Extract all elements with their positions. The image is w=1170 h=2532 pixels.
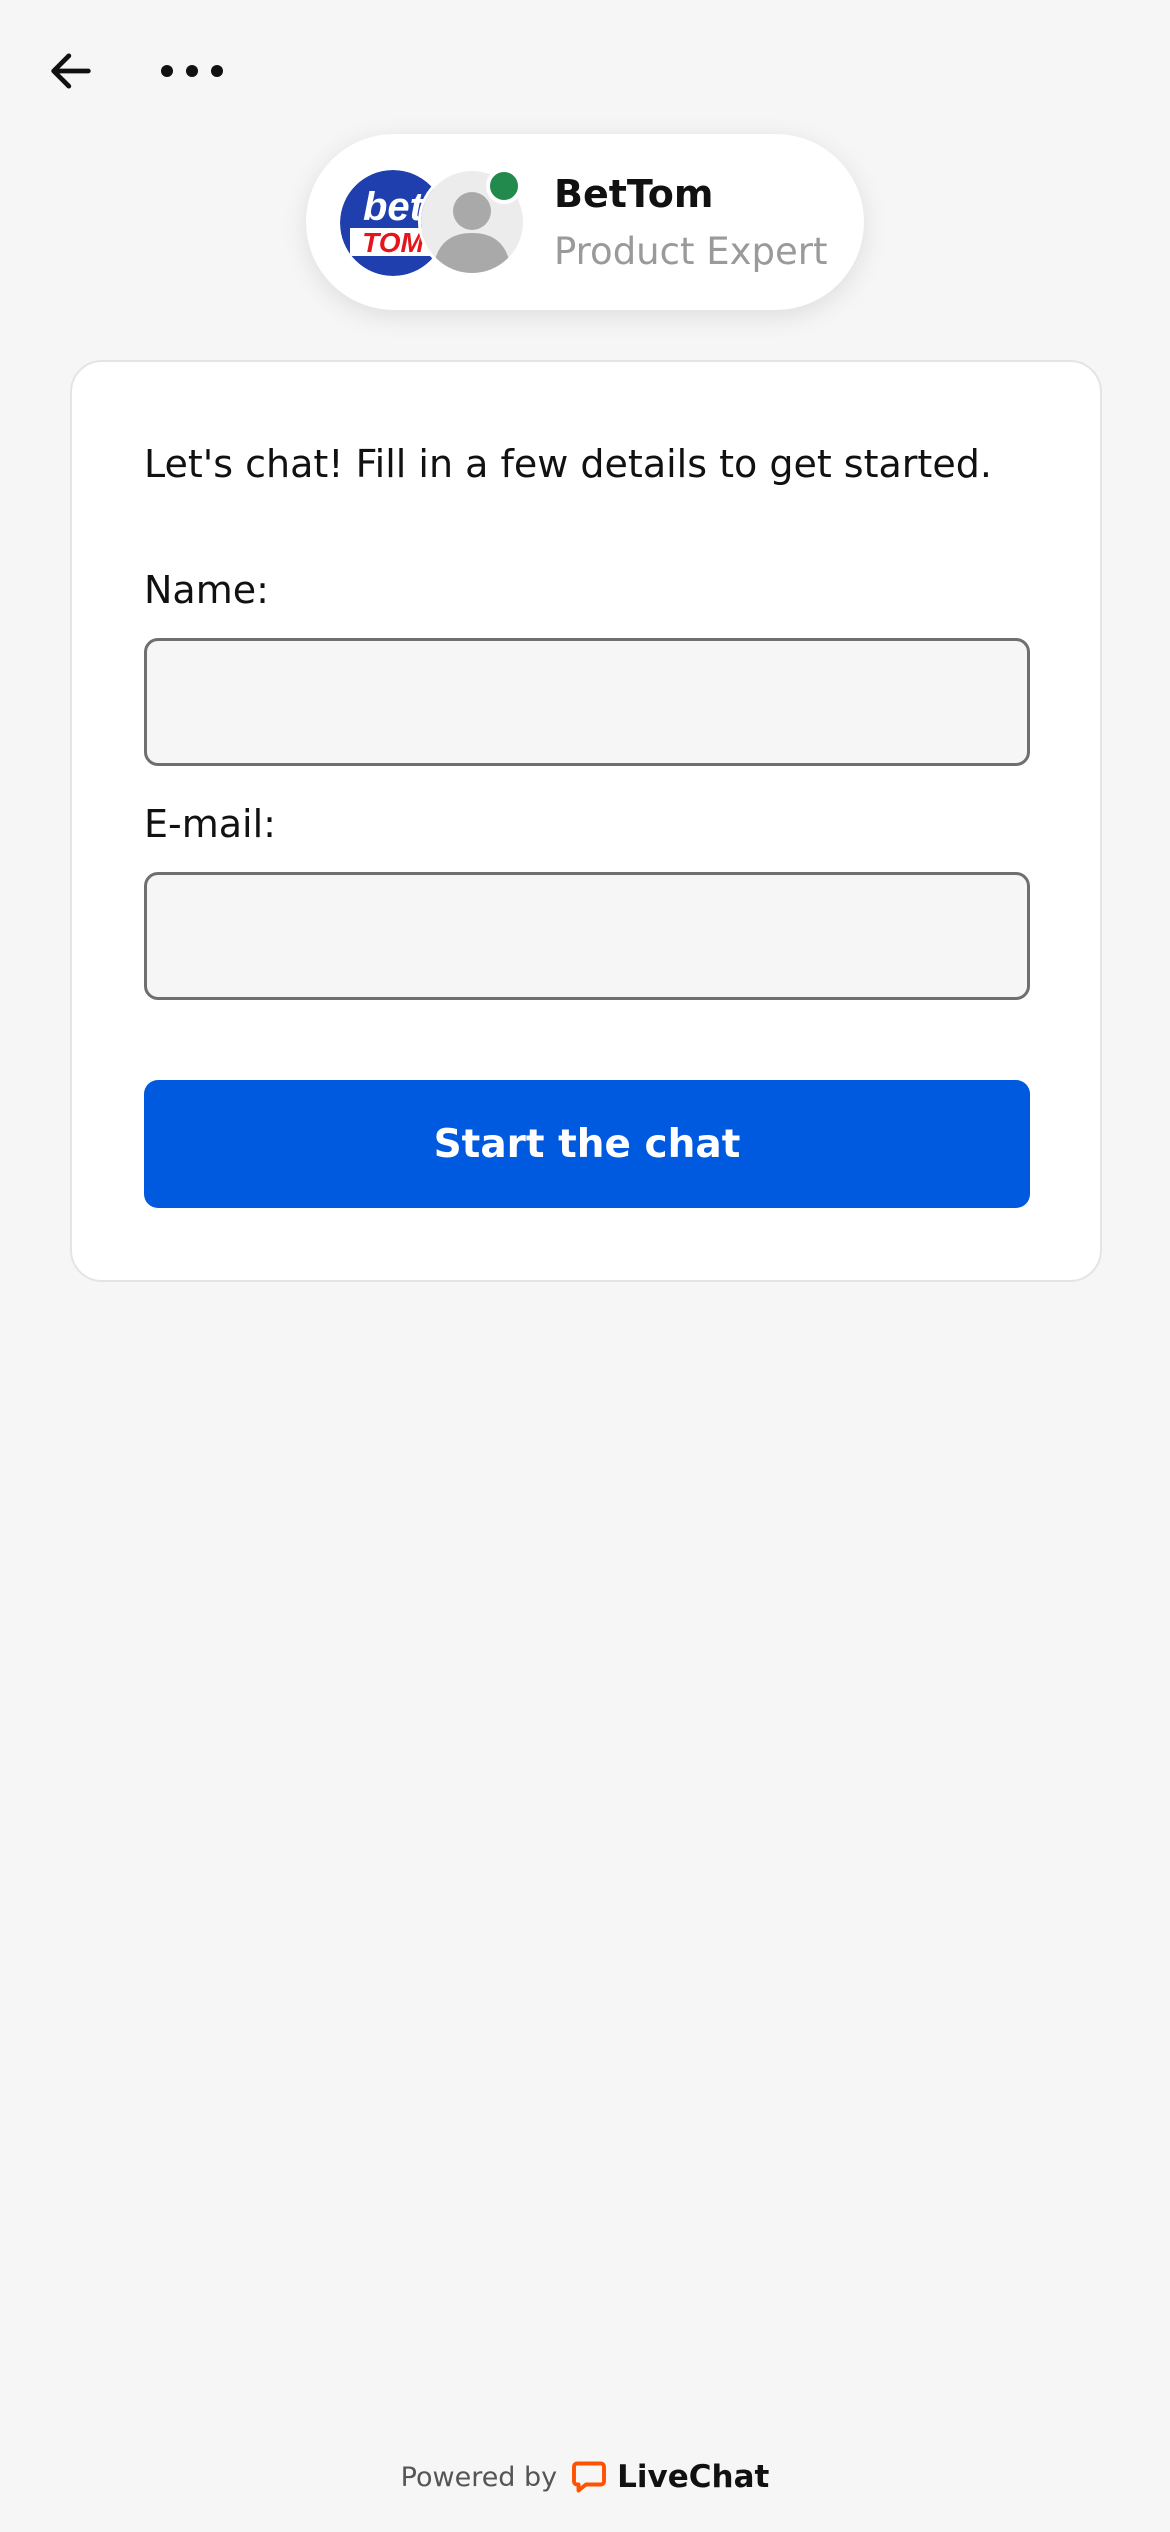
form-intro: Let's chat! Fill in a few details to get…	[144, 442, 992, 486]
email-input[interactable]	[144, 872, 1030, 1000]
powered-by-footer[interactable]: Powered by LiveChat	[0, 2450, 1170, 2504]
arrow-left-icon	[51, 53, 91, 89]
agent-header: bet TOM BetTom Product Expert	[306, 134, 864, 310]
more-options-button[interactable]	[152, 36, 232, 106]
back-button[interactable]	[36, 36, 106, 106]
more-horizontal-icon	[161, 65, 223, 77]
name-label: Name:	[144, 568, 269, 612]
powered-by-text: Powered by	[400, 2461, 558, 2493]
top-bar	[0, 0, 1170, 140]
livechat-brand: LiveChat	[617, 2459, 770, 2495]
agent-role: Product Expert	[554, 230, 828, 273]
name-input[interactable]	[144, 638, 1030, 766]
start-chat-button[interactable]: Start the chat	[144, 1080, 1030, 1208]
brand-logo-top-text: bet	[363, 185, 425, 229]
email-label: E-mail:	[144, 802, 276, 846]
agent-name: BetTom	[554, 172, 714, 216]
brand-logo-bottom-text: TOM	[362, 227, 424, 258]
online-status-indicator	[486, 168, 522, 204]
livechat-logo-icon	[571, 2459, 607, 2495]
prechat-form: Let's chat! Fill in a few details to get…	[70, 360, 1102, 1282]
